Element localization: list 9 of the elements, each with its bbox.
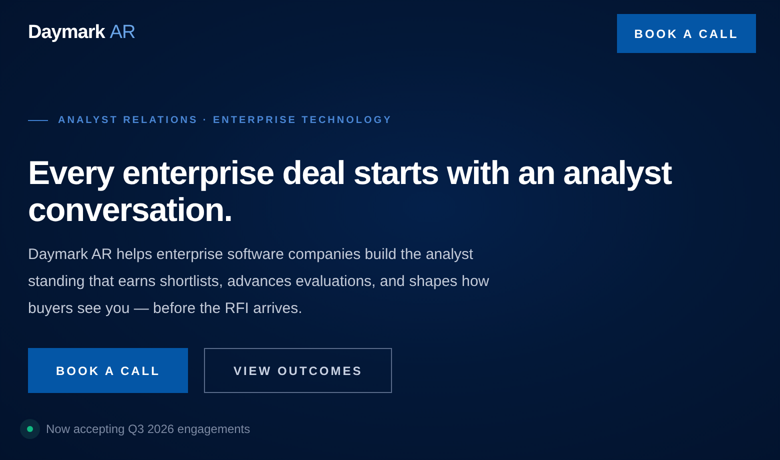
- brand-suffix: AR: [110, 21, 136, 46]
- status-text: Now accepting Q3 2026 engagements: [46, 421, 250, 438]
- view-outcomes-button[interactable]: VIEW OUTCOMES: [204, 348, 392, 393]
- book-call-button[interactable]: BOOK A CALL: [28, 348, 188, 393]
- book-call-button[interactable]: BOOK A CALL: [617, 14, 756, 53]
- headline: Every enterprise deal starts with an analyst conversation.: [28, 154, 673, 228]
- intro-paragraph: Daymark AR helps enterprise software companies build the analyst standing that earns shortlists, advances evaluations, and shapes how buyers see you — before the RFI arrives.: [28, 245, 490, 319]
- brand-name: Daymark: [28, 21, 105, 46]
- eyebrow-text: ANALYST RELATIONS · ENTERPRISE TECHNOLOGY: [58, 114, 392, 128]
